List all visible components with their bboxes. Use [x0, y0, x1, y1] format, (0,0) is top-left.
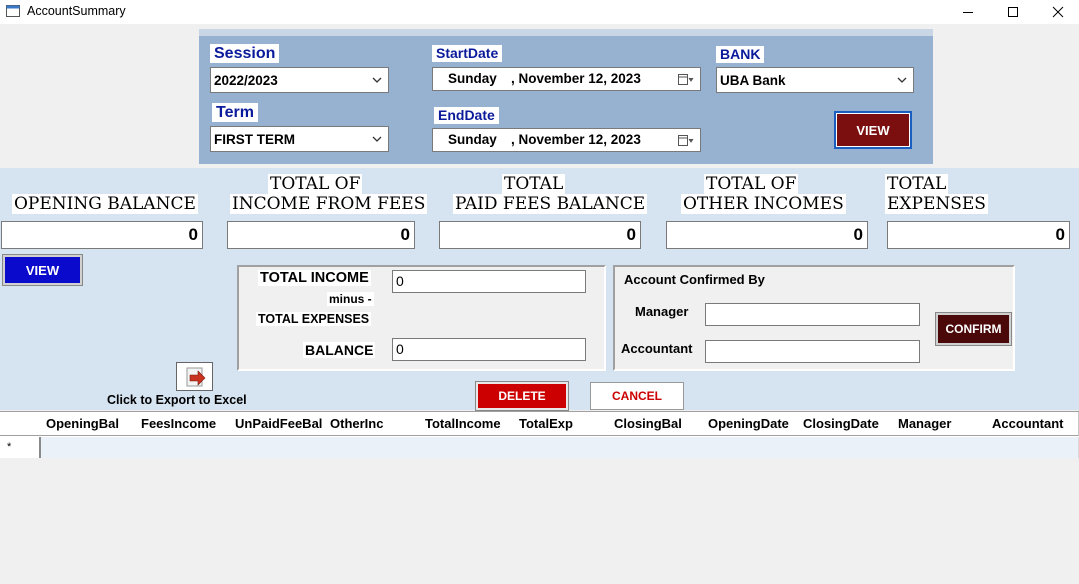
grid-new-row-marker: *	[0, 437, 41, 458]
export-excel-button[interactable]	[176, 362, 213, 391]
fees-income-field[interactable]: 0	[227, 221, 415, 249]
calendar-dropdown-icon	[678, 135, 694, 146]
app-icon	[6, 5, 20, 17]
other-incomes-field[interactable]: 0	[666, 221, 868, 249]
term-select[interactable]: FIRST TERM	[210, 126, 389, 152]
confirm-button[interactable]: CONFIRM	[936, 313, 1011, 345]
grid-cell[interactable]	[135, 437, 230, 458]
grid-header-feesincome[interactable]: FeesIncome	[135, 412, 230, 436]
bank-select[interactable]: UBA Bank	[716, 67, 914, 93]
total-expenses-label: TOTAL EXPENSES	[256, 312, 372, 326]
paid-fees-label-line2: PAID FEES BALANCE	[453, 194, 648, 214]
accountant-label: Accountant	[621, 341, 693, 356]
export-label: Click to Export to Excel	[107, 393, 247, 407]
delete-button[interactable]: DELETE	[476, 382, 568, 410]
grid-corner-header	[0, 412, 41, 436]
start-date-picker[interactable]: Sunday , November 12, 2023	[432, 67, 701, 91]
fees-income-label-line2: INCOME FROM FEES	[230, 194, 428, 214]
grid-cell[interactable]	[608, 437, 703, 458]
balance-label: BALANCE	[303, 342, 376, 358]
filter-view-button[interactable]: VIEW	[834, 111, 912, 149]
calendar-dropdown-icon	[678, 74, 694, 85]
manager-label: Manager	[635, 304, 689, 319]
minus-label: minus -	[327, 292, 374, 306]
paid-fees-field[interactable]: 0	[439, 221, 641, 249]
grid-cell[interactable]	[702, 437, 798, 458]
expenses-label-line2: EXPENSES	[885, 194, 988, 214]
grid-cell[interactable]	[892, 437, 987, 458]
grid-cell[interactable]	[797, 437, 893, 458]
end-date-label: EndDate	[434, 107, 499, 124]
grid-header-totalincome[interactable]: TotalIncome	[419, 412, 514, 436]
end-date-day: Sunday	[448, 132, 497, 147]
maximize-icon	[1008, 7, 1018, 17]
manager-field[interactable]	[705, 303, 920, 326]
chevron-down-icon	[372, 136, 382, 142]
accountant-field[interactable]	[705, 340, 920, 363]
close-button[interactable]	[1035, 0, 1079, 24]
total-income-label: TOTAL INCOME	[258, 270, 371, 286]
filter-panel: Session 2022/2023 Term FIRST TERM StartD…	[199, 29, 933, 164]
close-icon	[1052, 6, 1064, 18]
grid-cell[interactable]	[229, 437, 325, 458]
start-date-label: StartDate	[432, 45, 503, 62]
grid-header-accountant[interactable]: Accountant	[986, 412, 1079, 436]
grid-cell[interactable]	[419, 437, 514, 458]
session-label: Session	[210, 44, 280, 63]
bank-label: BANK	[716, 46, 765, 63]
paid-fees-label-line1: TOTAL	[502, 174, 566, 194]
end-date-value: , November 12, 2023	[511, 132, 641, 147]
calculation-panel: TOTAL INCOME 0 minus - TOTAL EXPENSES BA…	[237, 265, 606, 371]
total-income-field[interactable]: 0	[392, 270, 586, 293]
grid-header-closingbal[interactable]: ClosingBal	[608, 412, 703, 436]
maximize-button[interactable]	[990, 0, 1036, 24]
expenses-label-line1: TOTAL	[885, 174, 949, 194]
opening-balance-label: OPENING BALANCE	[12, 194, 198, 214]
session-select[interactable]: 2022/2023	[210, 67, 389, 93]
opening-balance-field[interactable]: 0	[1, 221, 203, 249]
grid-header-openingdate[interactable]: OpeningDate	[702, 412, 798, 436]
term-label: Term	[212, 103, 258, 122]
grid-header-otherinc[interactable]: OtherInc	[324, 412, 420, 436]
grid-header-closingdate[interactable]: ClosingDate	[797, 412, 893, 436]
grid-header-manager[interactable]: Manager	[892, 412, 987, 436]
grid-header-totalexp[interactable]: TotalExp	[513, 412, 609, 436]
account-grid[interactable]: OpeningBal FeesIncome UnPaidFeeBal Other…	[0, 411, 1079, 458]
confirmed-by-title: Account Confirmed By	[624, 272, 765, 287]
bank-value: UBA Bank	[720, 72, 786, 88]
end-date-picker[interactable]: Sunday , November 12, 2023	[432, 128, 701, 152]
grid-header-unpaidfeebal[interactable]: UnPaidFeeBal	[229, 412, 325, 436]
term-value: FIRST TERM	[214, 131, 295, 147]
cancel-button[interactable]: CANCEL	[590, 382, 684, 410]
chevron-down-icon	[372, 77, 382, 83]
other-incomes-label-line2: OTHER INCOMES	[681, 194, 846, 214]
fees-income-label-line1: TOTAL OF	[268, 174, 363, 194]
export-arrow-icon	[186, 367, 206, 387]
start-date-day: Sunday	[448, 71, 497, 86]
minimize-icon	[963, 12, 973, 13]
title-bar: AccountSummary	[0, 0, 1079, 24]
grid-cell[interactable]	[41, 437, 136, 458]
grid-header-openingbal[interactable]: OpeningBal	[40, 412, 136, 436]
other-incomes-label-line1: TOTAL OF	[704, 174, 799, 194]
minimize-button[interactable]	[945, 0, 991, 24]
chevron-down-icon	[897, 77, 907, 83]
balance-field[interactable]: 0	[392, 338, 586, 361]
window-title: AccountSummary	[27, 4, 126, 18]
grid-cell[interactable]	[986, 437, 1079, 458]
summary-view-button[interactable]: VIEW	[3, 255, 82, 285]
grid-cell[interactable]	[513, 437, 609, 458]
confirmation-panel: Account Confirmed By Manager Accountant …	[613, 265, 1015, 371]
expenses-field[interactable]: 0	[887, 221, 1070, 249]
session-value: 2022/2023	[214, 72, 278, 88]
start-date-value: , November 12, 2023	[511, 71, 641, 86]
grid-cell[interactable]	[324, 437, 420, 458]
